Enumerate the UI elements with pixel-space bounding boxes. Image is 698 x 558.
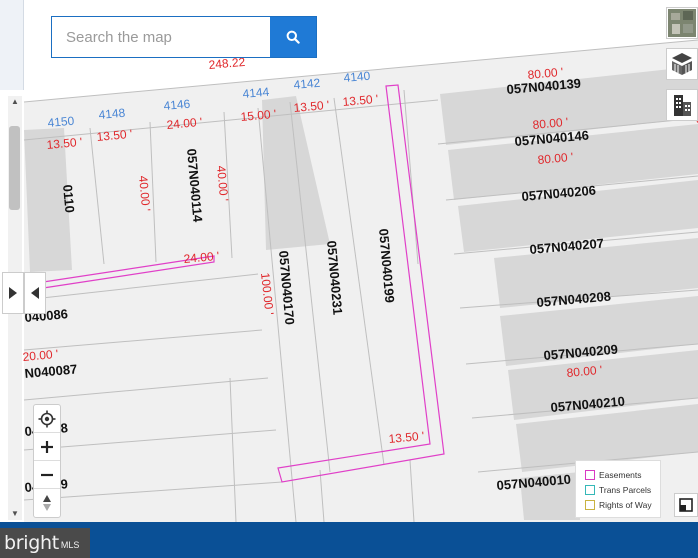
zoom-out-icon — [41, 473, 53, 476]
basemap-button[interactable] — [674, 493, 698, 517]
zoom-out-button[interactable] — [34, 461, 60, 489]
parcel-id-label: 0110 — [60, 184, 78, 214]
scrollbar-thumb[interactable] — [9, 126, 20, 210]
dimension-label: 40.00 ' — [214, 165, 232, 202]
collapse-panel-button[interactable] — [24, 272, 46, 314]
map-controls — [33, 404, 61, 518]
zoom-in-icon — [41, 440, 53, 453]
satellite-layer-button[interactable] — [666, 7, 698, 39]
street-number-label: 4148 — [98, 105, 126, 122]
search-button[interactable] — [270, 17, 316, 57]
dimension-label: 40.00 ' — [136, 175, 154, 212]
locate-button[interactable] — [34, 405, 60, 433]
basemap-icon — [679, 498, 693, 512]
brand-logo: bright MLS — [0, 528, 90, 558]
search-icon — [286, 30, 300, 44]
legend-label: Rights of Way — [599, 499, 652, 510]
street-number-label: 4146 — [163, 96, 191, 113]
street-number-label: 4150 — [47, 113, 75, 130]
compass-icon — [43, 495, 51, 511]
legend-label: Trans Parcels — [599, 484, 652, 495]
map-legend: Easements Trans Parcels Rights of Way — [575, 460, 661, 518]
brand-name: bright — [4, 532, 59, 554]
parcel-layer-button[interactable] — [666, 48, 698, 80]
legend-label: Easements — [599, 469, 642, 480]
side-panel-edge — [0, 0, 24, 90]
buildings-layer-button[interactable] — [666, 89, 698, 121]
satellite-layer-icon — [668, 9, 696, 37]
brand-suffix: MLS — [60, 540, 80, 550]
collapse-panel-icon — [31, 287, 39, 299]
search-input[interactable] — [52, 17, 270, 57]
legend-swatch-easements — [585, 469, 595, 480]
scroll-down-arrow[interactable]: ▼ — [9, 508, 21, 520]
locate-icon — [38, 410, 56, 427]
map-search — [51, 16, 317, 58]
footer-bar — [0, 522, 698, 558]
legend-item: Trans Parcels — [585, 482, 660, 497]
zoom-in-button[interactable] — [34, 433, 60, 461]
legend-item: Easements — [585, 467, 660, 482]
street-number-label: 4142 — [293, 75, 321, 92]
street-number-label: 4144 — [242, 84, 270, 101]
compass-button[interactable] — [34, 489, 60, 517]
parcel-layer-icon — [672, 53, 692, 75]
expand-panel-button[interactable] — [2, 272, 24, 314]
legend-item: Rights of Way — [585, 497, 660, 512]
legend-swatch-trans-parcels — [585, 484, 595, 495]
buildings-layer-icon — [674, 95, 691, 116]
street-number-label: 4140 — [343, 68, 371, 85]
legend-swatch-rights-of-way — [585, 499, 595, 510]
expand-panel-icon — [9, 287, 17, 299]
scroll-up-arrow[interactable]: ▲ — [9, 96, 21, 108]
